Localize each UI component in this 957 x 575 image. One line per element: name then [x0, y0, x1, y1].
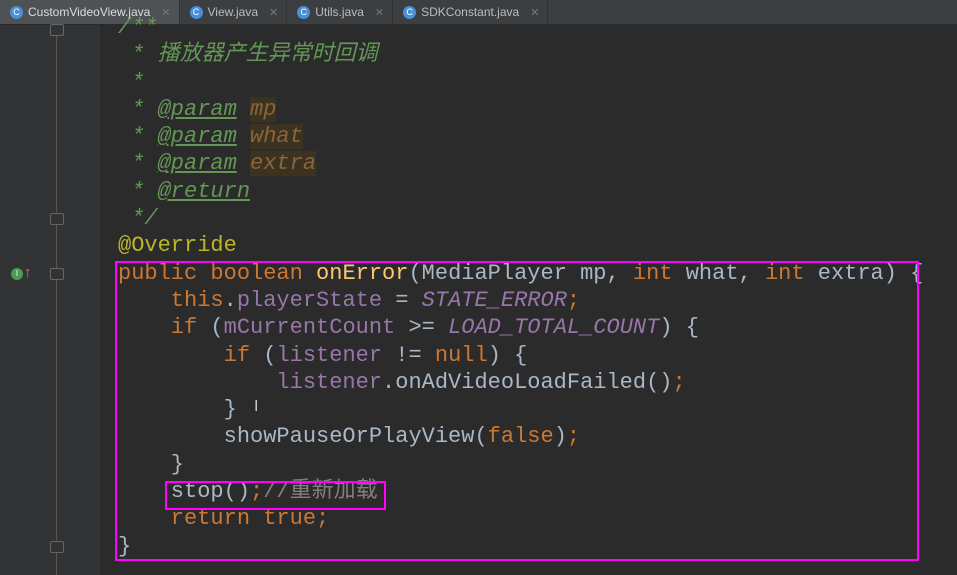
fold-icon[interactable] — [50, 213, 64, 225]
code-token: */ — [118, 206, 158, 232]
code-token: @param — [157, 96, 237, 122]
code-line: */ — [118, 205, 923, 232]
code-token: mp — [250, 96, 277, 122]
code-token: what — [250, 124, 303, 150]
code-token: @param — [157, 151, 237, 177]
highlight-box-stop-call — [165, 481, 386, 510]
code-line: * 播放器产生异常时回调 — [118, 41, 923, 68]
gutter-divider — [56, 25, 57, 575]
code-line: * @return — [118, 178, 923, 205]
editor-gutter — [0, 25, 100, 575]
java-class-icon: C — [10, 5, 23, 19]
code-token: * — [118, 151, 158, 177]
code-token: @return — [157, 178, 251, 204]
code-line: @Override — [118, 232, 923, 259]
fold-icon[interactable] — [50, 268, 64, 280]
code-line: * @param extra — [118, 150, 923, 177]
code-token: * — [118, 69, 145, 95]
code-line: /** — [118, 14, 923, 41]
code-token: @param — [157, 124, 237, 150]
code-token: @Override — [118, 233, 237, 259]
code-token: * — [118, 178, 158, 204]
fold-icon[interactable] — [50, 541, 64, 553]
code-line: * — [118, 69, 923, 96]
code-token: * — [118, 96, 158, 122]
code-line: * @param what — [118, 123, 923, 150]
fold-icon[interactable] — [50, 24, 64, 36]
code-token: extra — [250, 151, 317, 177]
code-token: /** — [118, 15, 158, 40]
code-line: * @param mp — [118, 96, 923, 123]
text-cursor-icon: I — [254, 398, 259, 415]
code-token: * 播放器产生异常时回调 — [118, 42, 378, 68]
code-token: * — [118, 124, 158, 150]
override-arrow-icon[interactable]: ↑ — [24, 264, 32, 281]
implements-marker-icon[interactable]: I — [11, 268, 23, 280]
highlight-box-method — [115, 261, 919, 561]
